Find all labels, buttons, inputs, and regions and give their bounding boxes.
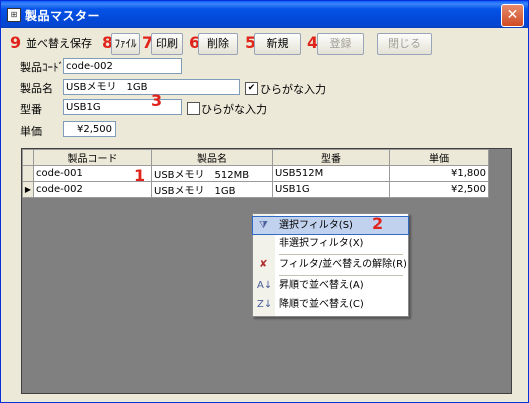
cell-name[interactable]: USBメモリ 512MB: [151, 165, 273, 182]
table-row[interactable]: code-001 USBメモリ 512MB USB512M ¥1,800: [22, 165, 489, 182]
select-all-cell[interactable]: [22, 149, 34, 166]
menu-item-sort-descending[interactable]: Z↓ 降順で並べ替え(C): [253, 296, 408, 313]
menu-separator: [279, 254, 403, 255]
sort-ascending-icon: A↓: [257, 280, 273, 291]
menu-separator: [279, 275, 403, 276]
context-menu: ⧩ 選択フィルタ(S) 非選択フィルタ(X) ✘ フィルタ/並べ替えの解除(R)…: [252, 213, 409, 317]
unit-price-label: 単価: [20, 125, 42, 138]
unit-price-field[interactable]: ¥2,500: [63, 121, 116, 137]
product-datasheet: 製品コード 製品名 型番 単価 code-001 USBメモリ 512MB US…: [22, 149, 489, 198]
window-title: 製品マスター: [25, 9, 101, 23]
cell-model[interactable]: USB512M: [272, 165, 390, 182]
model-number-label: 型番: [20, 103, 42, 116]
product-code-label: 製品ｺｰﾄﾞ: [20, 61, 64, 74]
sort-descending-icon: Z↓: [257, 299, 273, 310]
delete-button[interactable]: 削除: [198, 33, 238, 55]
print-button[interactable]: 印刷: [151, 33, 183, 55]
file-button[interactable]: ﾌｧｲﾙ: [111, 33, 140, 55]
filter-icon: ⧩: [259, 220, 268, 231]
product-code-field[interactable]: code-002: [63, 58, 182, 74]
cell-model[interactable]: USB1G: [272, 181, 390, 198]
marker-3: 3: [151, 91, 163, 110]
column-header-price[interactable]: 単価: [389, 149, 489, 166]
table-row[interactable]: ▶ code-002 USBメモリ 1GB USB1G ¥2,500: [22, 181, 489, 198]
cell-name[interactable]: USBメモリ 1GB: [151, 181, 273, 198]
menu-item-sort-ascending[interactable]: A↓ 昇順で並べ替え(A): [253, 277, 408, 294]
form-icon: ⊞: [7, 8, 21, 22]
column-header-model[interactable]: 型番: [272, 149, 390, 166]
remove-filter-icon: ✘: [259, 259, 268, 270]
cell-price[interactable]: ¥2,500: [389, 181, 489, 198]
cell-price[interactable]: ¥1,800: [389, 165, 489, 182]
model-number-field[interactable]: USB1G: [63, 99, 182, 115]
marker-1: 1: [134, 166, 146, 185]
close-window-button[interactable]: ✕: [501, 4, 524, 27]
title-bar[interactable]: ⊞ 製品マスター ✕: [1, 1, 528, 28]
current-row-indicator[interactable]: ▶: [22, 181, 34, 198]
row-selector[interactable]: [22, 165, 34, 182]
menu-item-filter-excluding-selection[interactable]: 非選択フィルタ(X): [253, 235, 408, 252]
close-button[interactable]: 閉じる: [377, 33, 432, 55]
menu-item-filter-by-selection[interactable]: ⧩ 選択フィルタ(S): [252, 216, 409, 235]
name-hiragana-label: ひらがな入力: [260, 83, 326, 96]
name-hiragana-checkbox[interactable]: ✔: [245, 82, 258, 95]
register-button[interactable]: 登録: [317, 33, 364, 55]
column-header-name[interactable]: 製品名: [151, 149, 273, 166]
marker-2: 2: [372, 214, 384, 233]
column-header-code[interactable]: 製品コード: [33, 149, 152, 166]
sort-save-button[interactable]: 並べ替え保存: [19, 33, 99, 55]
product-name-label: 製品名: [20, 82, 53, 95]
model-hiragana-label: ひらがな入力: [201, 103, 267, 116]
product-master-window: ⊞ 製品マスター ✕ 9 並べ替え保存 8 ﾌｧｲﾙ 7 印刷 6 削除 5 新…: [0, 0, 529, 403]
model-hiragana-checkbox[interactable]: [187, 102, 200, 115]
menu-item-remove-filter-sort[interactable]: ✘ フィルタ/並べ替えの解除(R): [253, 256, 408, 273]
new-button[interactable]: 新規: [254, 33, 301, 55]
